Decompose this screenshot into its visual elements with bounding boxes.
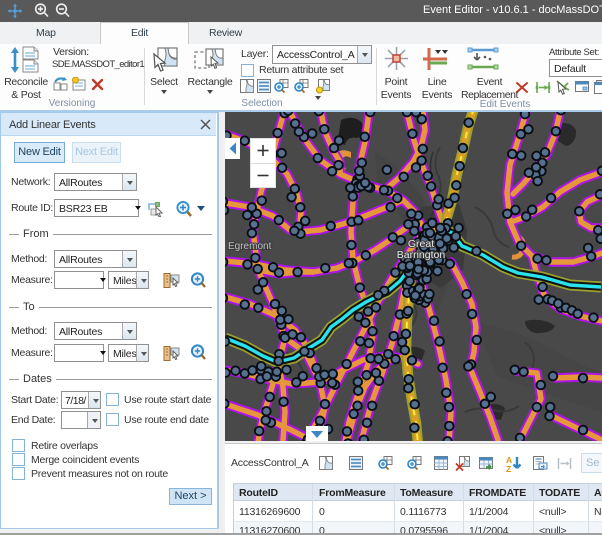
svg-text:Egremont: Egremont — [228, 241, 272, 252]
svg-text:Barrington: Barrington — [397, 249, 446, 261]
svg-text:Z: Z — [506, 464, 511, 474]
